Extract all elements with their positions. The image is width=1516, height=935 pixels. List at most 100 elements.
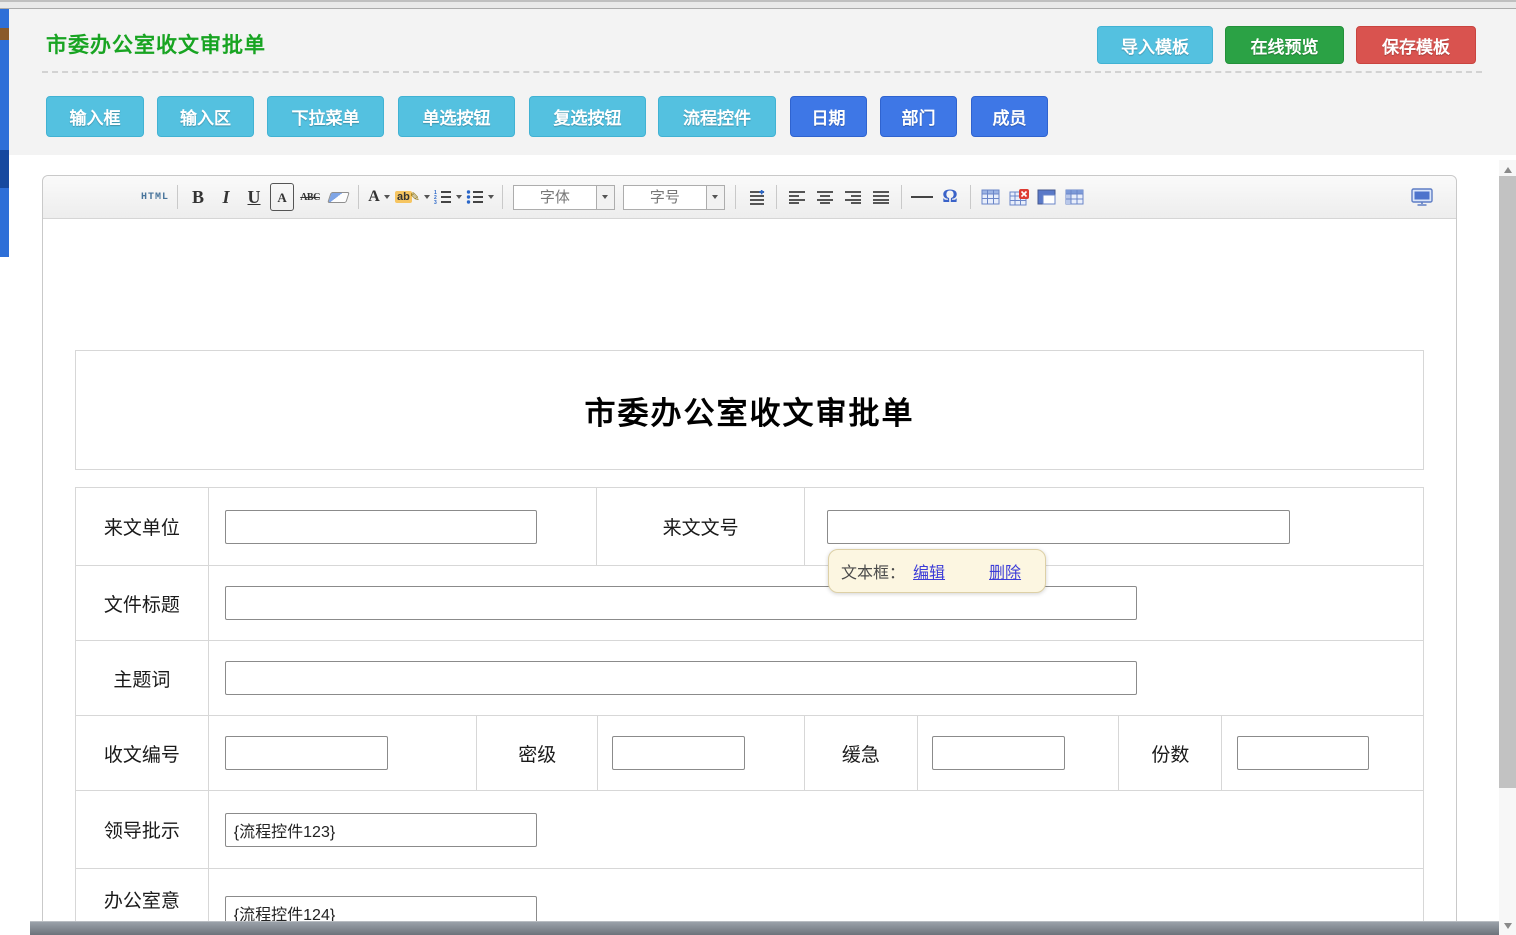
cell-source-unit [209, 488, 597, 565]
page-title: 市委办公室收文审批单 [46, 29, 266, 59]
fullscreen-button[interactable] [1410, 183, 1434, 211]
eraser-icon [327, 192, 350, 203]
online-preview-button[interactable]: 在线预览 [1225, 26, 1344, 64]
widget-textarea-button[interactable]: 输入区 [157, 96, 254, 137]
scrollbar-thumb[interactable] [1499, 176, 1516, 788]
font-style-icon[interactable]: A [270, 183, 294, 211]
arrow-down-icon [1504, 923, 1512, 929]
tooltip-delete-link[interactable]: 删除 [989, 559, 1021, 583]
urgency-input[interactable] [932, 736, 1065, 770]
toolbar-separator [970, 185, 971, 209]
align-right-button[interactable] [841, 183, 865, 211]
delete-table-icon [1009, 189, 1029, 206]
align-left-button[interactable] [785, 183, 809, 211]
tooltip-edit-link[interactable]: 编辑 [913, 559, 945, 583]
subject-input[interactable] [225, 661, 1137, 695]
save-template-button[interactable]: 保存模板 [1356, 26, 1476, 64]
doc-number-input[interactable] [827, 510, 1290, 544]
form-table: 来文单位 来文文号 文件标题 主题词 收文编号 [75, 487, 1424, 935]
scroll-up-button[interactable] [1499, 162, 1516, 177]
font-size-dropdown-button[interactable] [706, 186, 724, 209]
align-justify-button[interactable] [869, 183, 893, 211]
widget-department-button[interactable]: 部门 [880, 96, 957, 137]
background-window-edge [0, 9, 9, 257]
cell-properties-button[interactable] [1035, 183, 1059, 211]
indent-icon [746, 190, 766, 205]
widget-tooltip: 文本框： 编辑 删除 [828, 549, 1046, 593]
receipt-number-input[interactable] [225, 736, 388, 770]
font-family-dropdown-button[interactable] [596, 186, 614, 209]
widget-radio-button[interactable]: 单选按钮 [398, 96, 515, 137]
import-template-button[interactable]: 导入模板 [1097, 26, 1213, 64]
table-row: 领导批示 [76, 791, 1423, 869]
chevron-down-icon [712, 195, 718, 199]
align-right-icon [844, 190, 862, 204]
cell-secrecy [598, 716, 805, 790]
font-color-button[interactable]: A [367, 183, 391, 211]
html-source-button[interactable]: HTML [141, 183, 169, 211]
cell-urgency [918, 716, 1120, 790]
widget-flow-control-button[interactable]: 流程控件 [658, 96, 776, 137]
secrecy-input[interactable] [612, 736, 745, 770]
toolbar-separator [735, 185, 736, 209]
widget-checkbox-button[interactable]: 复选按钮 [529, 96, 646, 137]
widget-input-box-button[interactable]: 输入框 [46, 96, 144, 137]
indent-button[interactable] [744, 183, 768, 211]
monitor-icon [1411, 188, 1433, 206]
widget-dropdown-button[interactable]: 下拉菜单 [267, 96, 384, 137]
delete-table-button[interactable] [1007, 183, 1031, 211]
highlight-color-button[interactable]: ab ✎ [395, 183, 430, 211]
ordered-list-icon: 1 2 3 [434, 190, 452, 204]
toolbar-separator [358, 185, 359, 209]
table-icon [981, 189, 1000, 205]
tooltip-label: 文本框： [841, 559, 905, 583]
label-source-unit: 来文单位 [76, 488, 209, 565]
align-justify-icon [872, 190, 890, 204]
background-window-mark [0, 150, 9, 188]
strikethrough-button[interactable]: ABC [298, 183, 322, 211]
cell-leader-note [209, 791, 1423, 868]
label-copies: 份数 [1119, 716, 1222, 790]
align-left-icon [788, 190, 806, 204]
chevron-down-icon [602, 195, 608, 199]
form-designer-screen: 市委办公室收文审批单 导入模板 在线预览 保存模板 输入框 输入区 下拉菜单 单… [0, 0, 1516, 935]
label-doc-title: 文件标题 [76, 566, 209, 640]
horizontal-rule-icon [911, 196, 933, 198]
insert-table-button[interactable] [979, 183, 1003, 211]
widget-date-button[interactable]: 日期 [790, 96, 867, 137]
special-char-button[interactable]: Ω [938, 183, 962, 211]
toolbar-separator [776, 185, 777, 209]
font-family-select[interactable]: 字体 [513, 185, 615, 210]
chevron-down-icon [384, 195, 390, 199]
table-row: 主题词 [76, 641, 1423, 716]
source-unit-input[interactable] [225, 510, 537, 544]
font-family-value: 字体 [514, 186, 596, 209]
editor-toolbar: HTML B I U A ABC A ab ✎ 1 2 [43, 176, 1456, 219]
cell-copies [1222, 716, 1423, 790]
background-window-mark [0, 28, 9, 40]
header: 市委办公室收文审批单 导入模板 在线预览 保存模板 输入框 输入区 下拉菜单 单… [9, 9, 1516, 155]
underline-button[interactable]: U [242, 183, 266, 211]
leader-note-input[interactable] [225, 813, 537, 847]
bold-button[interactable]: B [186, 183, 210, 211]
copies-input[interactable] [1237, 736, 1369, 770]
label-leader-note: 领导批示 [76, 791, 209, 868]
italic-button[interactable]: I [214, 183, 238, 211]
scroll-down-button[interactable] [1499, 918, 1516, 933]
horizontal-rule-button[interactable] [910, 183, 934, 211]
cell-doc-title [209, 566, 1423, 640]
chevron-down-icon [424, 195, 430, 199]
label-subject: 主题词 [76, 641, 209, 715]
remove-format-button[interactable] [326, 183, 350, 211]
font-size-select[interactable]: 字号 [623, 185, 725, 210]
widget-member-button[interactable]: 成员 [971, 96, 1048, 137]
label-urgency: 缓急 [805, 716, 918, 790]
vertical-scrollbar[interactable] [1499, 160, 1516, 935]
ordered-list-button[interactable]: 1 2 3 [434, 183, 462, 211]
window-top-edge [0, 0, 1516, 9]
arrow-up-icon [1504, 167, 1512, 173]
unordered-list-button[interactable] [466, 183, 494, 211]
form-title-box: 市委办公室收文审批单 [75, 350, 1424, 470]
table-properties-button[interactable] [1063, 183, 1087, 211]
align-center-button[interactable] [813, 183, 837, 211]
